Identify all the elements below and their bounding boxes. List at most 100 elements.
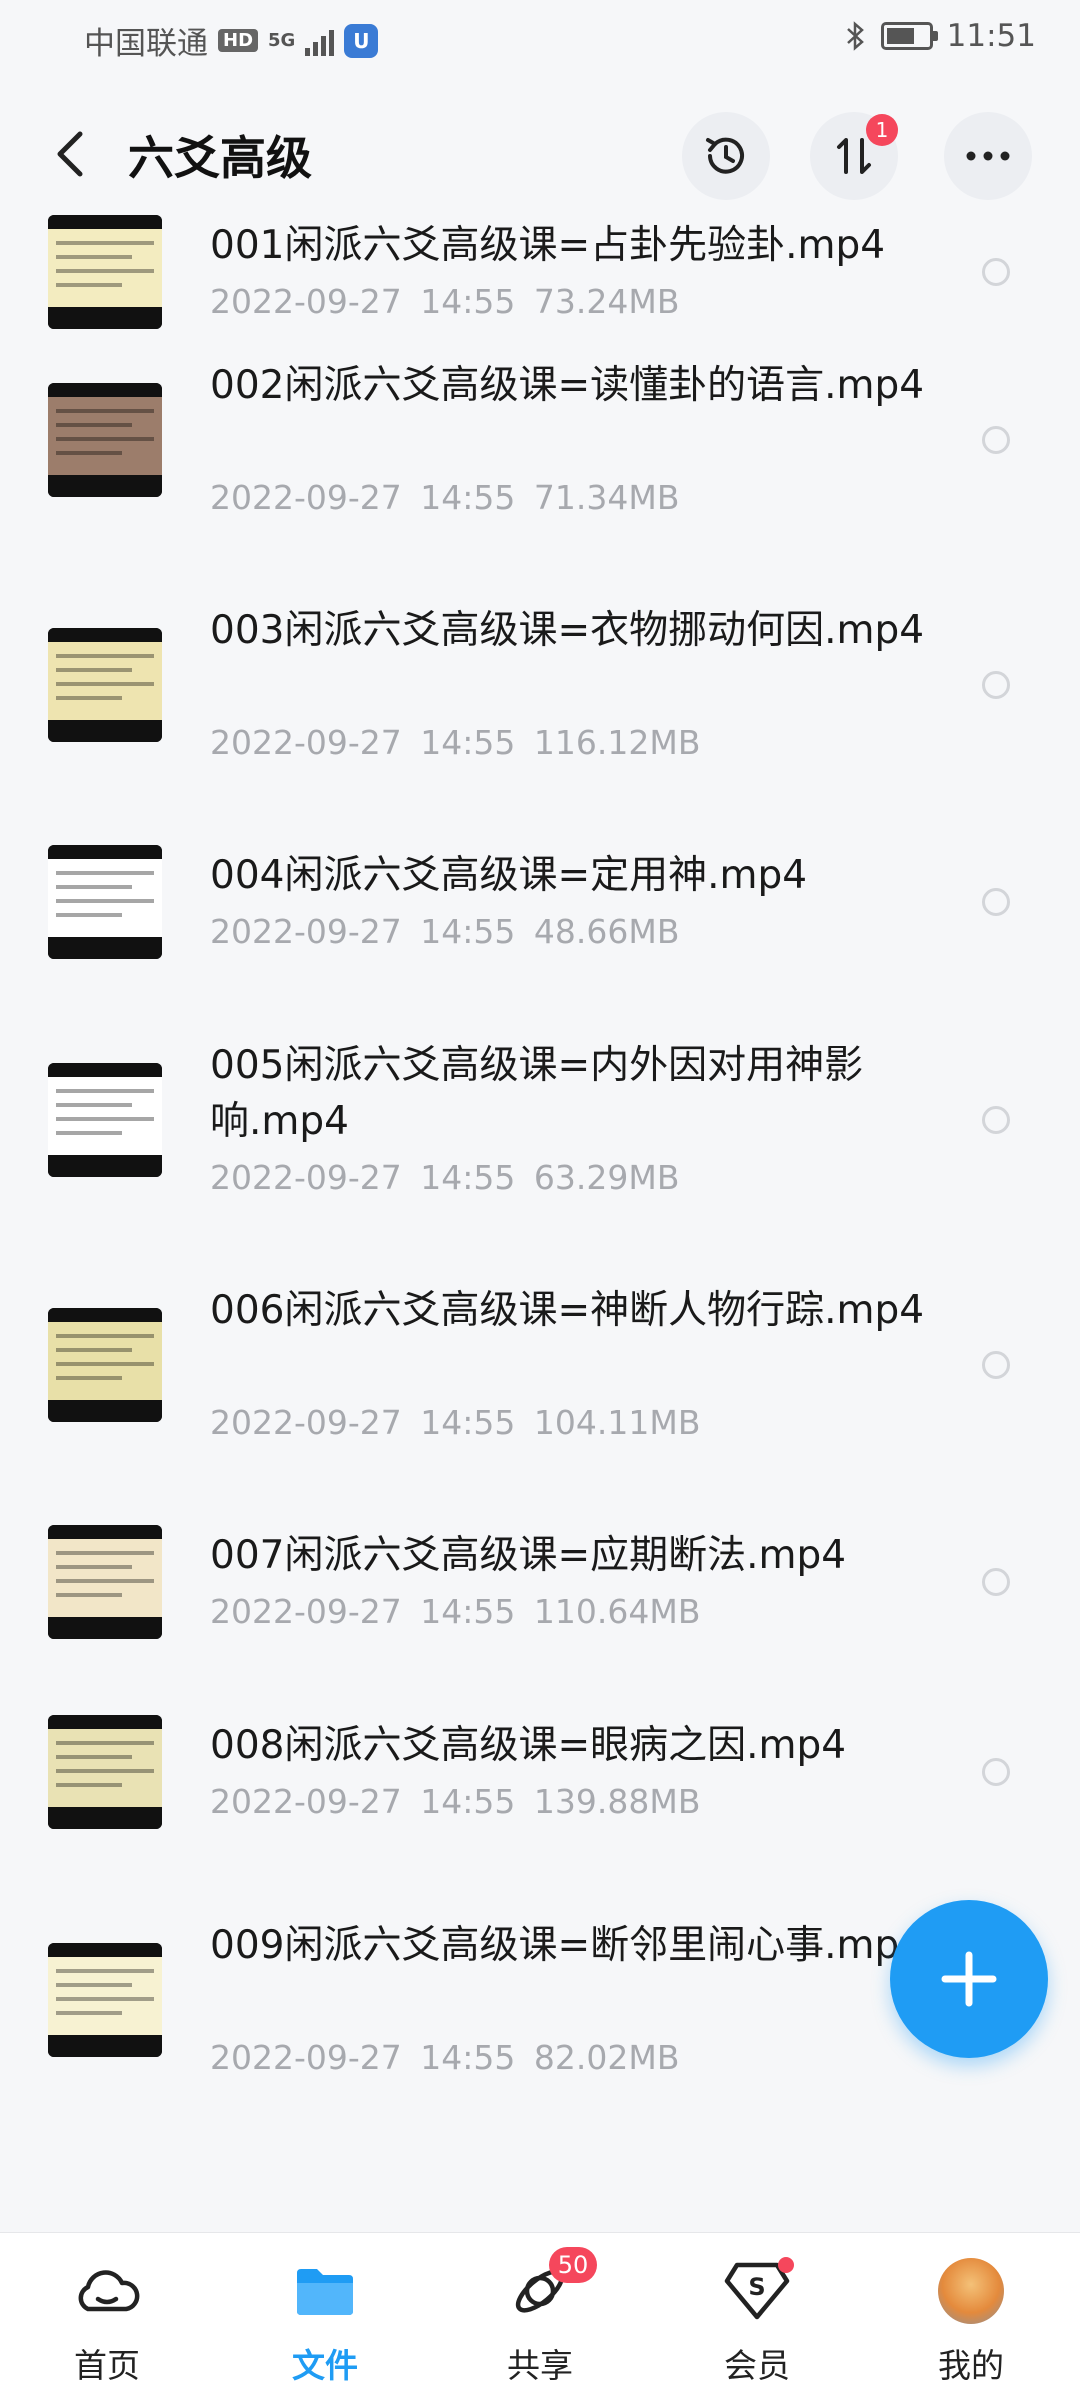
thumb-frame xyxy=(48,1539,162,1617)
thumb-bottom-band xyxy=(48,2035,162,2057)
status-right: 11:51 xyxy=(845,18,1036,54)
transfer-button[interactable]: 1 xyxy=(810,112,898,200)
vip-notification-dot xyxy=(778,2257,794,2273)
file-date: 2022-09-27 xyxy=(210,1592,402,1631)
more-button[interactable] xyxy=(944,112,1032,200)
select-radio[interactable] xyxy=(982,1568,1010,1596)
file-date: 2022-09-27 xyxy=(210,723,402,762)
file-date: 2022-09-27 xyxy=(210,282,402,321)
select-radio[interactable] xyxy=(982,888,1010,916)
select-radio[interactable] xyxy=(982,1106,1010,1134)
nav-mine[interactable]: 我的 xyxy=(896,2251,1046,2387)
video-thumbnail xyxy=(48,1715,162,1829)
file-name: 004闲派六爻高级课=定用神.mp4 xyxy=(210,853,808,898)
thumb-frame xyxy=(48,229,162,307)
thumb-top-band xyxy=(48,1525,162,1539)
file-row[interactable]: 002闲派六爻高级课=读懂卦的语言.mp4 2022-09-27 14:55 71… xyxy=(0,348,1080,593)
transfer-badge: 1 xyxy=(866,114,898,146)
select-radio[interactable] xyxy=(982,671,1010,699)
file-size: 73.24MB xyxy=(533,282,680,321)
file-size: 63.29MB xyxy=(533,1158,680,1197)
thumb-bottom-band xyxy=(48,1400,162,1422)
status-left: 中国联通 HD 5G U xyxy=(84,18,379,63)
add-button[interactable] xyxy=(890,1900,1048,2058)
file-size: 71.34MB xyxy=(533,478,680,517)
app-notification-icon: U xyxy=(344,23,379,58)
file-time: 14:55 xyxy=(420,1782,516,1821)
video-thumbnail xyxy=(48,1063,162,1177)
file-meta: 2022-09-27 14:55 71.34MB xyxy=(210,478,679,517)
nav-share[interactable]: 50 共享 xyxy=(465,2247,615,2387)
file-size: 139.88MB xyxy=(533,1782,701,1821)
file-list: 001闲派六爻高级课=占卦先验卦.mp4 2022-09-27 14:55 73.… xyxy=(0,215,1080,2153)
thumb-top-band xyxy=(48,383,162,397)
thumb-top-band xyxy=(48,1063,162,1077)
file-meta: 2022-09-27 14:55 110.64MB xyxy=(210,1592,700,1631)
file-row[interactable]: 001闲派六爻高级课=占卦先验卦.mp4 2022-09-27 14:55 73.… xyxy=(0,215,1080,348)
hd-badge: HD xyxy=(218,29,259,52)
file-name: 005闲派六爻高级课=内外因对用神影响.mp4 xyxy=(210,1043,864,1144)
thumb-frame xyxy=(48,642,162,720)
thumb-bottom-band xyxy=(48,1155,162,1177)
more-icon xyxy=(966,151,1010,161)
plus-icon xyxy=(941,1951,997,2007)
share-badge: 50 xyxy=(549,2247,597,2283)
file-time: 14:55 xyxy=(420,912,516,951)
nav-vip[interactable]: S 会员 xyxy=(682,2251,832,2387)
file-time: 14:55 xyxy=(420,2038,516,2077)
thumb-frame xyxy=(48,397,162,475)
file-name: 007闲派六爻高级课=应期断法.mp4 xyxy=(210,1533,847,1578)
file-size: 116.12MB xyxy=(533,723,701,762)
file-row[interactable]: 008闲派六爻高级课=眼病之因.mp4 2022-09-27 14:55 139.… xyxy=(0,1708,1080,1908)
select-radio[interactable] xyxy=(982,1351,1010,1379)
video-thumbnail xyxy=(48,215,162,329)
nav-files[interactable]: 文件 xyxy=(250,2251,400,2387)
file-date: 2022-09-27 xyxy=(210,478,402,517)
thumb-top-band xyxy=(48,628,162,642)
select-radio[interactable] xyxy=(982,258,1010,286)
history-button[interactable] xyxy=(682,112,770,200)
file-date: 2022-09-27 xyxy=(210,1782,402,1821)
folder-icon xyxy=(297,2269,353,2315)
file-time: 14:55 xyxy=(420,1592,516,1631)
carrier-label: 中国联通 xyxy=(84,26,208,62)
thumb-bottom-band xyxy=(48,720,162,742)
screen: 中国联通 HD 5G U 11:51 六爻高级 1 001闲派六爻高级课=占卦先… xyxy=(0,0,1080,2400)
file-row[interactable]: 005闲派六爻高级课=内外因对用神影响.mp4 2022-09-27 14:55 … xyxy=(0,1028,1080,1273)
thumb-bottom-band xyxy=(48,475,162,497)
video-thumbnail xyxy=(48,1308,162,1422)
file-name: 001闲派六爻高级课=占卦先验卦.mp4 xyxy=(210,223,886,268)
bottom-nav: 首页 文件 50 共享 S 会员 我的 xyxy=(0,2232,1080,2400)
file-meta: 2022-09-27 14:55 82.02MB xyxy=(210,2038,679,2077)
select-radio[interactable] xyxy=(982,426,1010,454)
file-meta: 2022-09-27 14:55 63.29MB xyxy=(210,1158,679,1197)
nav-home[interactable]: 首页 xyxy=(32,2251,182,2387)
thumb-bottom-band xyxy=(48,937,162,959)
file-time: 14:55 xyxy=(420,1403,516,1442)
chevron-left-icon[interactable] xyxy=(48,126,96,182)
select-radio[interactable] xyxy=(982,1758,1010,1786)
file-name: 009闲派六爻高级课=断邻里闹心事.mp4 xyxy=(210,1923,925,1968)
thumb-top-band xyxy=(48,845,162,859)
header: 六爻高级 1 xyxy=(0,100,1080,210)
signal-icon xyxy=(305,26,335,56)
file-name: 006闲派六爻高级课=神断人物行踪.mp4 xyxy=(210,1288,925,1333)
battery-icon xyxy=(880,22,938,50)
file-date: 2022-09-27 xyxy=(210,2038,402,2077)
history-icon xyxy=(706,137,744,174)
file-row[interactable]: 007闲派六爻高级课=应期断法.mp4 2022-09-27 14:55 110.… xyxy=(0,1518,1080,1708)
file-row[interactable]: 004闲派六爻高级课=定用神.mp4 2022-09-27 14:55 48.66… xyxy=(0,838,1080,1028)
file-meta: 2022-09-27 14:55 48.66MB xyxy=(210,912,679,951)
avatar-icon xyxy=(938,2258,1004,2324)
page-title: 六爻高级 xyxy=(128,131,312,185)
file-time: 14:55 xyxy=(420,282,516,321)
nav-mine-label: 我的 xyxy=(938,2346,1004,2385)
nav-files-label: 文件 xyxy=(292,2346,358,2385)
file-row[interactable]: 003闲派六爻高级课=衣物挪动何因.mp4 2022-09-27 14:55 11… xyxy=(0,593,1080,838)
thumb-top-band xyxy=(48,215,162,229)
thumb-top-band xyxy=(48,1715,162,1729)
file-row[interactable]: 006闲派六爻高级课=神断人物行踪.mp4 2022-09-27 14:55 10… xyxy=(0,1273,1080,1518)
file-meta: 2022-09-27 14:55 139.88MB xyxy=(210,1782,700,1821)
video-thumbnail xyxy=(48,628,162,742)
thumb-frame xyxy=(48,1322,162,1400)
